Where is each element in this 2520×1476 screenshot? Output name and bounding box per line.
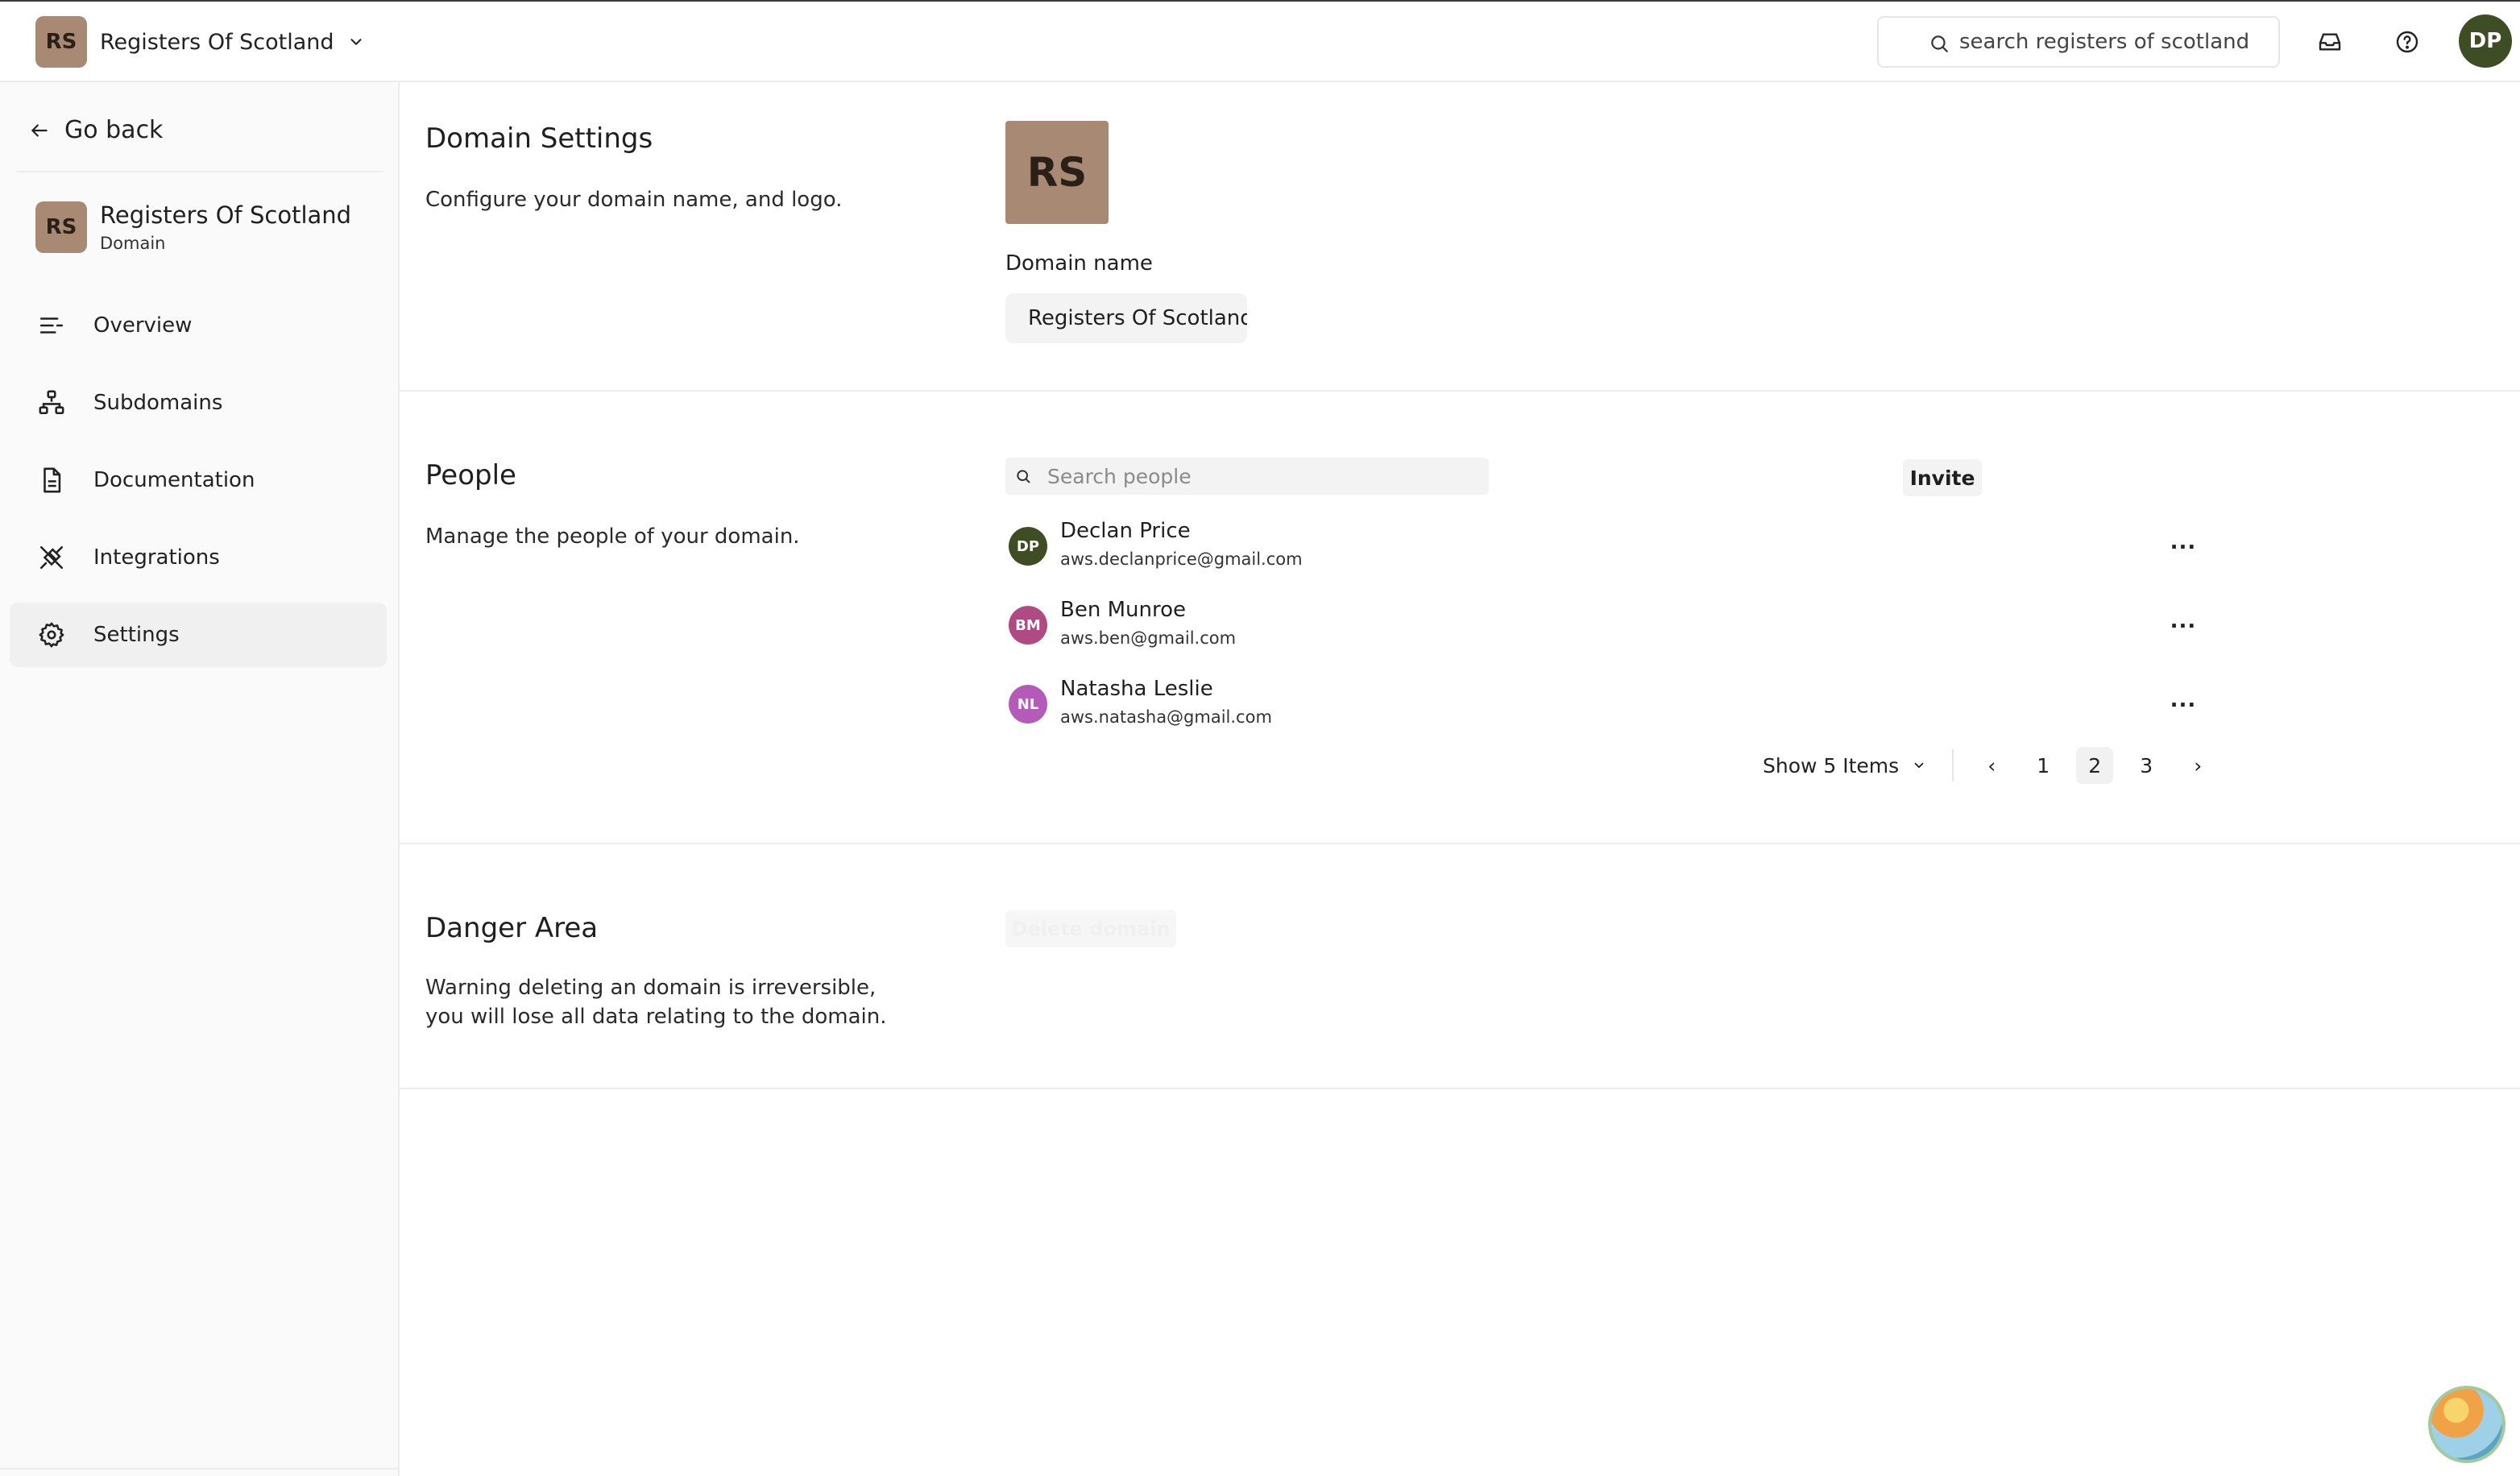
domain-name-field[interactable]	[1005, 293, 1247, 343]
sidebar-item-label: Settings	[93, 623, 180, 647]
person-avatar: NL	[1009, 685, 1047, 723]
search-icon	[1017, 470, 1030, 483]
person-name: Natasha Leslie	[1060, 677, 1213, 701]
person-name: Declan Price	[1060, 519, 1191, 543]
sidebar: Go back RS Registers Of Scotland Domain …	[0, 82, 400, 1476]
page-button-3[interactable]: 3	[2128, 747, 2165, 784]
hierarchy-icon	[35, 387, 68, 419]
overview-icon	[35, 309, 68, 342]
sidebar-org-type: Domain	[100, 234, 166, 253]
user-avatar[interactable]: DP	[2459, 15, 2512, 68]
people-section: People Manage the people of your domain.…	[400, 392, 2520, 844]
sidebar-nav: Overview Subdomains Documentation Integr…	[10, 293, 387, 680]
page-size-select[interactable]: Show 5 Items	[1763, 754, 1926, 777]
sidebar-org-name: Registers Of Scotland	[100, 201, 352, 229]
danger-area-description: Warning deleting an domain is irreversib…	[425, 976, 887, 1029]
person-more-button[interactable]: ...	[2167, 609, 2199, 633]
assistant-launcher-icon[interactable]	[2428, 1386, 2505, 1463]
page-button-2[interactable]: 2	[2076, 747, 2114, 784]
global-search[interactable]	[1877, 16, 2280, 68]
sidebar-item-label: Overview	[93, 313, 193, 338]
chevron-down-icon	[1914, 762, 1924, 769]
people-search-input[interactable]	[1047, 462, 1482, 490]
sidebar-item-integrations[interactable]: Integrations	[10, 525, 387, 590]
pagination: Show 5 Items ‹ 1 2 3 ›	[1763, 746, 2231, 785]
person-more-button[interactable]: ...	[2167, 688, 2199, 712]
arrow-left-icon	[31, 123, 48, 137]
people-description: Manage the people of your domain.	[425, 524, 800, 549]
page-button-1[interactable]: 1	[2025, 747, 2062, 784]
people-title: People	[425, 459, 516, 491]
plug-icon	[35, 541, 68, 574]
sidebar-item-label: Subdomains	[93, 391, 223, 415]
pagination-divider	[1952, 749, 1954, 782]
person-email: aws.natasha@gmail.com	[1060, 707, 1272, 727]
people-search[interactable]	[1005, 458, 1489, 495]
domain-name-label: Domain name	[1005, 251, 1153, 276]
org-avatar: RS	[35, 16, 87, 68]
next-page-button[interactable]: ›	[2179, 747, 2216, 784]
sidebar-item-overview[interactable]: Overview	[10, 293, 387, 358]
person-row: BM Ben Munroe aws.ben@gmail.com ...	[1009, 598, 2195, 654]
domain-settings-title: Domain Settings	[425, 122, 653, 155]
page-size-label: Show 5 Items	[1763, 753, 1900, 777]
sidebar-bottom-divider	[0, 1468, 398, 1470]
delete-domain-button[interactable]: Delete domain	[1005, 910, 1176, 947]
go-back-link[interactable]: Go back	[29, 116, 163, 144]
main-content: Domain Settings Configure your domain na…	[400, 82, 2520, 1089]
domain-settings-section: Domain Settings Configure your domain na…	[400, 82, 2520, 392]
inbox-icon[interactable]	[2314, 26, 2346, 58]
org-switcher-label: Registers Of Scotland	[100, 29, 334, 55]
prev-page-button[interactable]: ‹	[1973, 747, 2010, 784]
help-icon[interactable]	[2391, 26, 2423, 58]
top-bar: RS Registers Of Scotland DP	[0, 0, 2520, 82]
org-switcher[interactable]: RS Registers Of Scotland	[35, 16, 365, 68]
domain-logo[interactable]: RS	[1005, 121, 1109, 224]
sidebar-org: RS Registers Of Scotland Domain	[35, 201, 351, 253]
danger-area-title: Danger Area	[425, 912, 599, 944]
sidebar-item-label: Documentation	[93, 468, 255, 492]
person-more-button[interactable]: ...	[2167, 530, 2199, 554]
gear-icon	[35, 619, 68, 651]
search-icon	[1931, 35, 1948, 52]
sidebar-item-subdomains[interactable]: Subdomains	[10, 371, 387, 435]
person-name: Ben Munroe	[1060, 598, 1186, 622]
person-row: NL Natasha Leslie aws.natasha@gmail.com …	[1009, 677, 2195, 733]
domain-settings-description: Configure your domain name, and logo.	[425, 188, 843, 212]
invite-button[interactable]: Invite	[1903, 459, 1982, 496]
person-avatar: DP	[1009, 527, 1047, 566]
person-avatar: BM	[1009, 606, 1047, 645]
sidebar-divider	[16, 171, 383, 172]
go-back-label: Go back	[64, 116, 164, 144]
danger-area-section: Danger Area Warning deleting an domain i…	[400, 844, 2520, 1089]
global-search-input[interactable]	[1959, 30, 2278, 54]
sidebar-item-label: Integrations	[93, 545, 220, 570]
document-icon	[35, 464, 68, 496]
chevron-down-icon	[350, 39, 362, 45]
sidebar-item-settings[interactable]: Settings	[10, 603, 387, 667]
person-row: DP Declan Price aws.declanprice@gmail.co…	[1009, 519, 2195, 575]
sidebar-item-documentation[interactable]: Documentation	[10, 448, 387, 512]
sidebar-org-avatar: RS	[35, 201, 87, 253]
person-email: aws.declanprice@gmail.com	[1060, 549, 1303, 569]
person-email: aws.ben@gmail.com	[1060, 628, 1237, 648]
